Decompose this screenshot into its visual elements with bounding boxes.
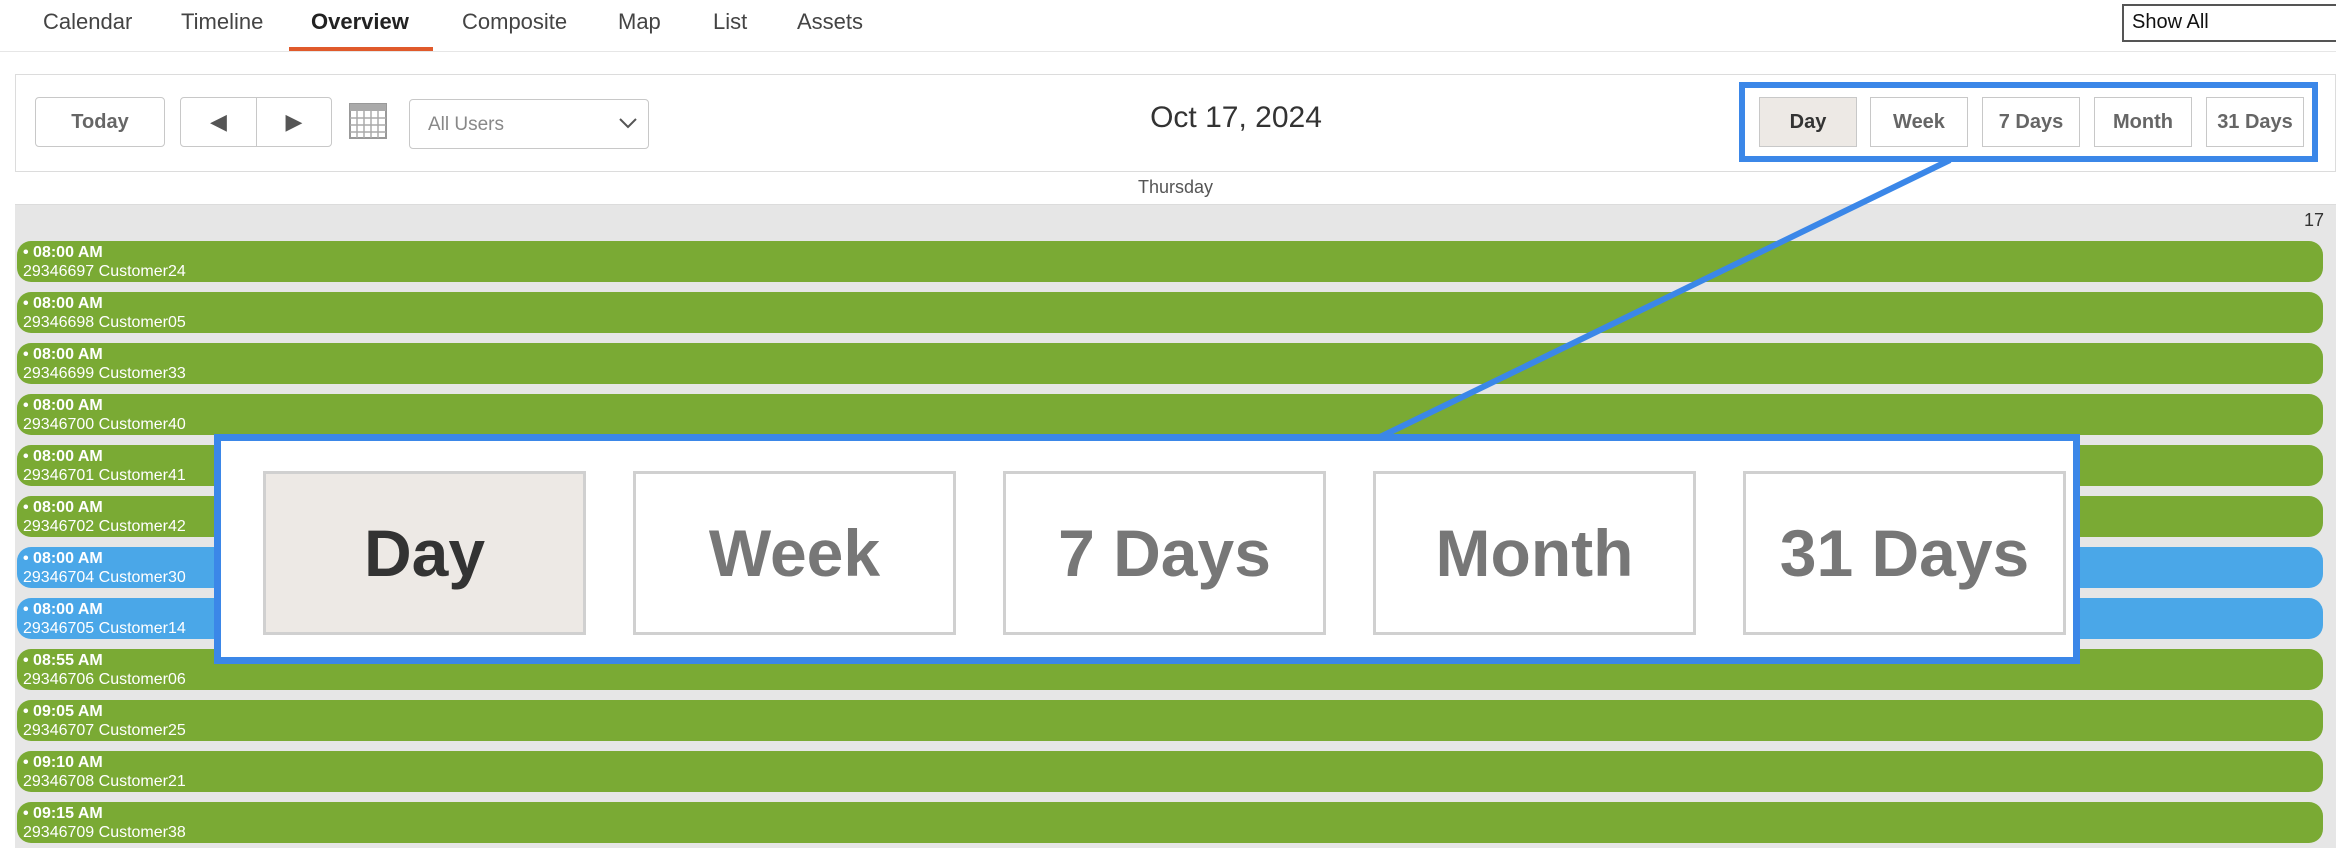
- callout-connector: [1378, 157, 1952, 440]
- zoom-view-month-button[interactable]: Month: [1373, 471, 1696, 635]
- callout-zoom-panel: Day Week 7 Days Month 31 Days: [214, 434, 2080, 664]
- zoom-view-31days-button[interactable]: 31 Days: [1743, 471, 2066, 635]
- zoom-view-7days-button[interactable]: 7 Days: [1003, 471, 1326, 635]
- zoom-view-week-button[interactable]: Week: [633, 471, 956, 635]
- zoom-view-day-button[interactable]: Day: [263, 471, 586, 635]
